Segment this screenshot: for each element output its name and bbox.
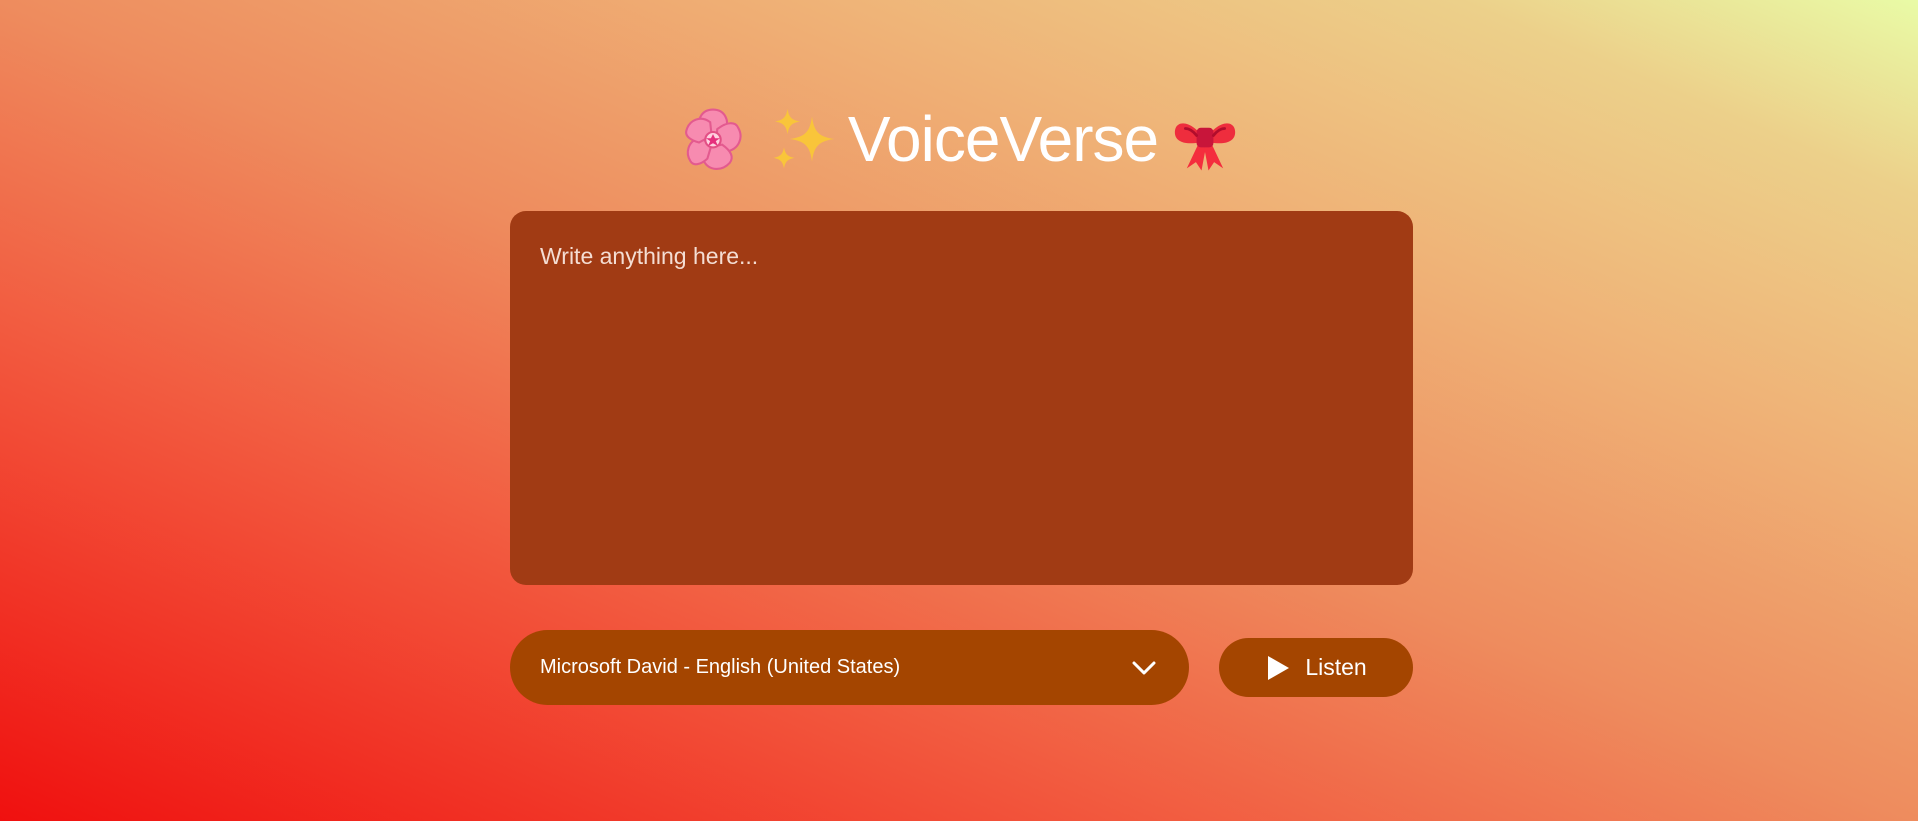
chevron-down-icon — [1129, 653, 1159, 683]
cherry-blossom-icon — [678, 104, 748, 174]
sparkles-icon — [770, 104, 840, 174]
voice-select[interactable]: Microsoft David - English (United States… — [510, 630, 1189, 705]
app-title-text: VoiceVerse — [847, 102, 1159, 175]
listen-button-label: Listen — [1305, 654, 1367, 680]
ribbon-icon — [1170, 104, 1240, 174]
play-icon — [1265, 654, 1291, 682]
listen-button[interactable]: Listen — [1219, 638, 1413, 697]
voice-select-value: Microsoft David - English (United States… — [540, 656, 901, 678]
text-input[interactable] — [510, 211, 1413, 585]
app-title: VoiceVerse — [0, 101, 1918, 177]
